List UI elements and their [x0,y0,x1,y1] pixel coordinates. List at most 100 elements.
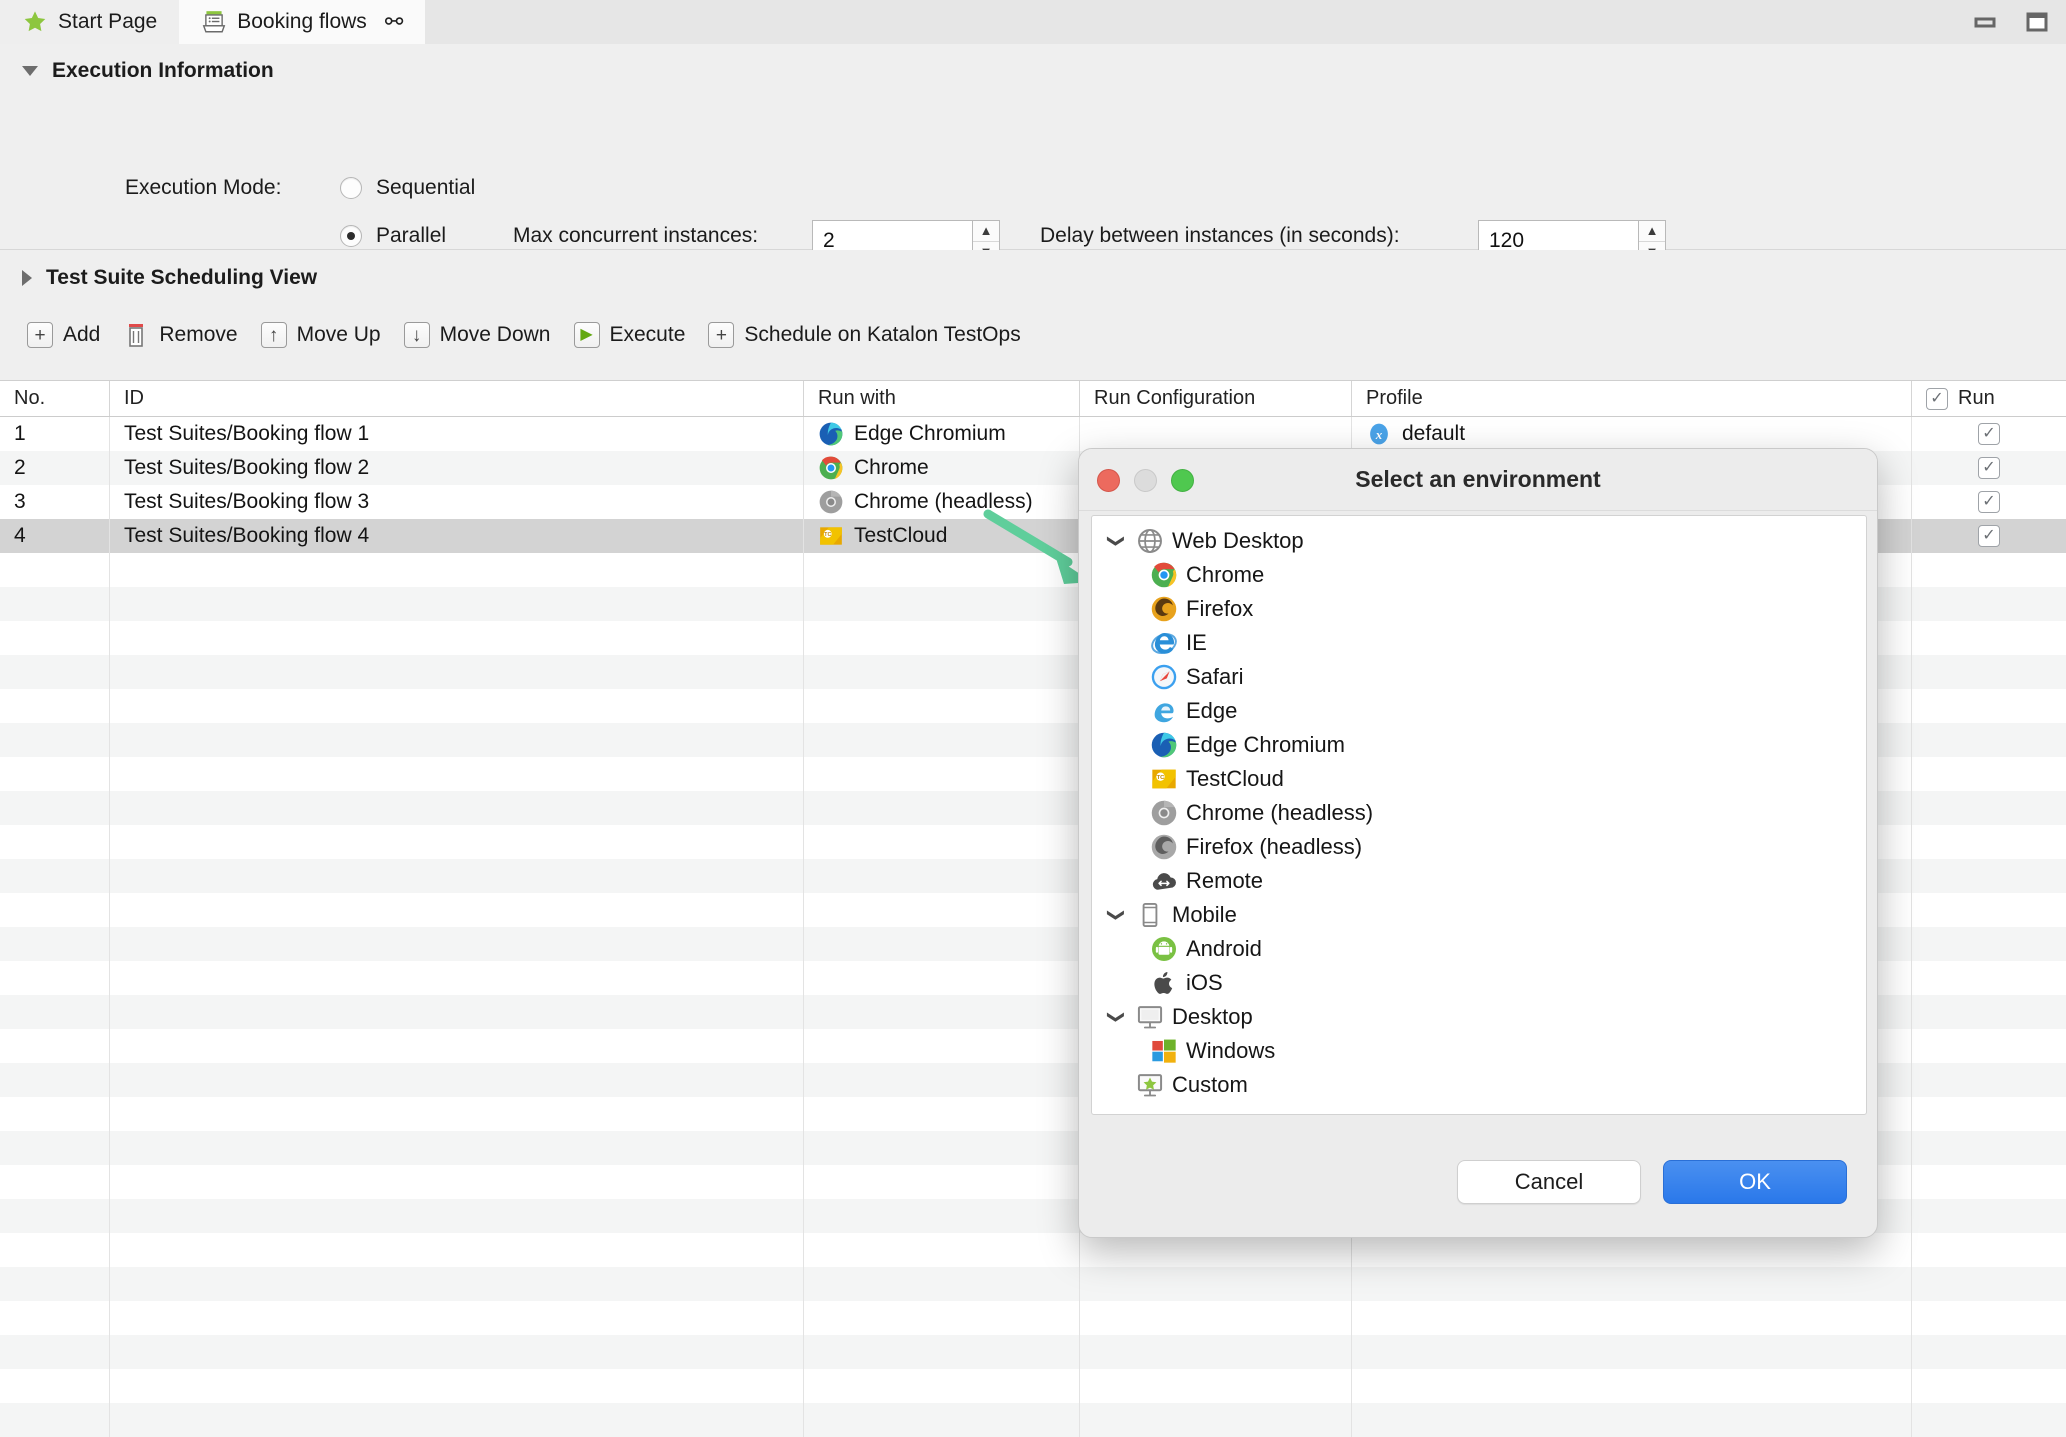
move-up-label: Move Up [296,323,381,346]
add-button[interactable]: + Add [22,317,110,353]
radio-sequential[interactable]: Sequential [340,176,475,200]
table-row-empty[interactable] [0,1403,2066,1437]
tab-start-page[interactable]: Start Page [0,0,180,44]
minimize-button[interactable] [1134,468,1157,492]
cell-run-configuration[interactable] [1080,417,1352,451]
tree-item-android[interactable]: Android [1092,932,1866,966]
tree-item-label: Desktop [1172,1004,1253,1029]
run-checkbox[interactable]: ✓ [1978,525,2000,547]
monitor-icon [1137,1006,1163,1029]
cell-run[interactable]: ✓ [1912,485,2066,519]
max-concurrent-label: Max concurrent instances: [513,224,759,247]
column-header-no[interactable]: No. [0,381,110,416]
traffic-lights [1097,449,1194,511]
execute-button[interactable]: ▶ Execute [569,317,696,353]
tree-item-custom[interactable]: Custom [1092,1068,1866,1102]
tree-item-testcloud[interactable]: TC TestCloud [1092,762,1866,796]
table-row-empty[interactable] [0,1369,2066,1403]
chevron-down-icon[interactable]: ❯ [1106,1005,1126,1029]
tree-item-edge[interactable]: Edge [1092,694,1866,728]
table-row-empty[interactable] [0,1267,2066,1301]
edge-icon [1154,703,1174,723]
table-row-empty[interactable] [0,1233,2066,1267]
cell-run-with[interactable]: Edge Chromium [804,417,1080,451]
tree-item-chrome[interactable]: Chrome [1092,558,1866,592]
column-header-run-with[interactable]: Run with [804,381,1080,416]
chevron-down-icon[interactable]: ❯ [1106,903,1126,927]
tree-item-windows[interactable]: Windows [1092,1034,1866,1068]
execution-information-section: Execution Information Execution Mode: Se… [0,44,2066,262]
scheduling-view-header[interactable]: Test Suite Scheduling View [0,250,2066,306]
chevron-up-icon[interactable]: ▲ [1639,221,1665,242]
column-header-run-label: Run [1958,387,1995,409]
chevron-down-icon[interactable] [22,66,38,76]
zoom-button[interactable] [1171,468,1194,492]
tree-item-edge-chromium[interactable]: Edge Chromium [1092,728,1866,762]
execution-information-header[interactable]: Execution Information [0,44,2066,98]
minimize-icon[interactable] [1972,9,1998,35]
cell-no: 4 [0,519,110,553]
tree-item-ios[interactable]: iOS [1092,966,1866,1000]
radio-sequential-indicator[interactable] [340,177,362,199]
android-icon [1151,936,1177,962]
table-row[interactable]: 1 Test Suites/Booking flow 1 Edge Chromium… [0,417,2066,451]
testcloud-icon: TC [1152,769,1176,789]
radio-parallel-indicator[interactable] [340,225,362,247]
execution-mode-label: Execution Mode: [125,176,282,199]
environment-tree[interactable]: ❯ Web Desktop Chrome Firefox IE Safari Edge Edg… [1091,515,1867,1115]
schedule-testops-button[interactable]: + Schedule on Katalon TestOps [703,317,1030,353]
ok-button[interactable]: OK [1663,1160,1847,1204]
cell-run-with[interactable]: TC TestCloud [804,519,1080,553]
tree-item-safari[interactable]: Safari [1092,660,1866,694]
table-header: No. ID Run with Run Configuration Profil… [0,381,2066,417]
cell-id[interactable]: Test Suites/Booking flow 1 [110,417,804,451]
run-checkbox[interactable]: ✓ [1978,457,2000,479]
cell-run[interactable]: ✓ [1912,519,2066,553]
cell-run[interactable]: ✓ [1912,451,2066,485]
remove-button[interactable]: Remove [118,317,247,353]
cell-id[interactable]: Test Suites/Booking flow 3 [110,485,804,519]
arrow-up-box-icon: ↑ [260,321,288,349]
cell-run[interactable]: ✓ [1912,417,2066,451]
custom-monitor-star-icon [1137,1074,1163,1097]
close-button[interactable] [1097,468,1120,492]
tree-item-label: Firefox [1186,596,1254,621]
chevron-up-icon[interactable]: ▲ [973,221,999,242]
chrome-headless-icon [819,490,843,514]
chevron-right-icon[interactable] [22,270,32,286]
maximize-icon[interactable] [2024,9,2050,35]
arrow-down-box-icon: ↓ [403,321,431,349]
radio-parallel[interactable]: Parallel [340,224,446,248]
column-header-run-configuration[interactable]: Run Configuration [1080,381,1352,416]
tree-item-label: Windows [1186,1038,1276,1063]
chevron-down-icon[interactable]: ❯ [1106,529,1126,553]
tab-booking-flows[interactable]: Booking flows ⚯ [179,0,426,44]
tree-item-mobile[interactable]: ❯ Mobile [1092,898,1866,932]
tree-item-chrome-headless[interactable]: Chrome (headless) [1092,796,1866,830]
table-row-empty[interactable] [0,1335,2066,1369]
cell-run-with[interactable]: Chrome (headless) [804,485,1080,519]
select-all-checkbox[interactable]: ✓ [1926,387,1948,410]
tree-item-remote[interactable]: Remote [1092,864,1866,898]
add-label: Add [63,323,101,346]
cell-id[interactable]: Test Suites/Booking flow 4 [110,519,804,553]
cell-profile[interactable]: x default [1352,417,1912,451]
cell-run-with[interactable]: Chrome [804,451,1080,485]
tree-item-web-desktop[interactable]: ❯ Web Desktop [1092,524,1866,558]
execute-label: Execute [609,323,686,346]
tree-item-desktop[interactable]: ❯ Desktop [1092,1000,1866,1034]
move-up-button[interactable]: ↑ Move Up [256,317,391,353]
column-header-id[interactable]: ID [110,381,804,416]
tree-item-firefox-headless[interactable]: Firefox (headless) [1092,830,1866,864]
cancel-button[interactable]: Cancel [1457,1160,1641,1204]
tree-item-ie[interactable]: IE [1092,626,1866,660]
column-header-profile[interactable]: Profile [1352,381,1912,416]
run-checkbox[interactable]: ✓ [1978,423,2000,445]
column-header-run[interactable]: ✓ Run [1912,381,2066,416]
tree-item-firefox[interactable]: Firefox [1092,592,1866,626]
move-down-button[interactable]: ↓ Move Down [399,317,561,353]
cell-id[interactable]: Test Suites/Booking flow 2 [110,451,804,485]
table-row-empty[interactable] [0,1301,2066,1335]
run-checkbox[interactable]: ✓ [1978,491,2000,513]
close-icon[interactable]: ⚯ [385,9,403,35]
